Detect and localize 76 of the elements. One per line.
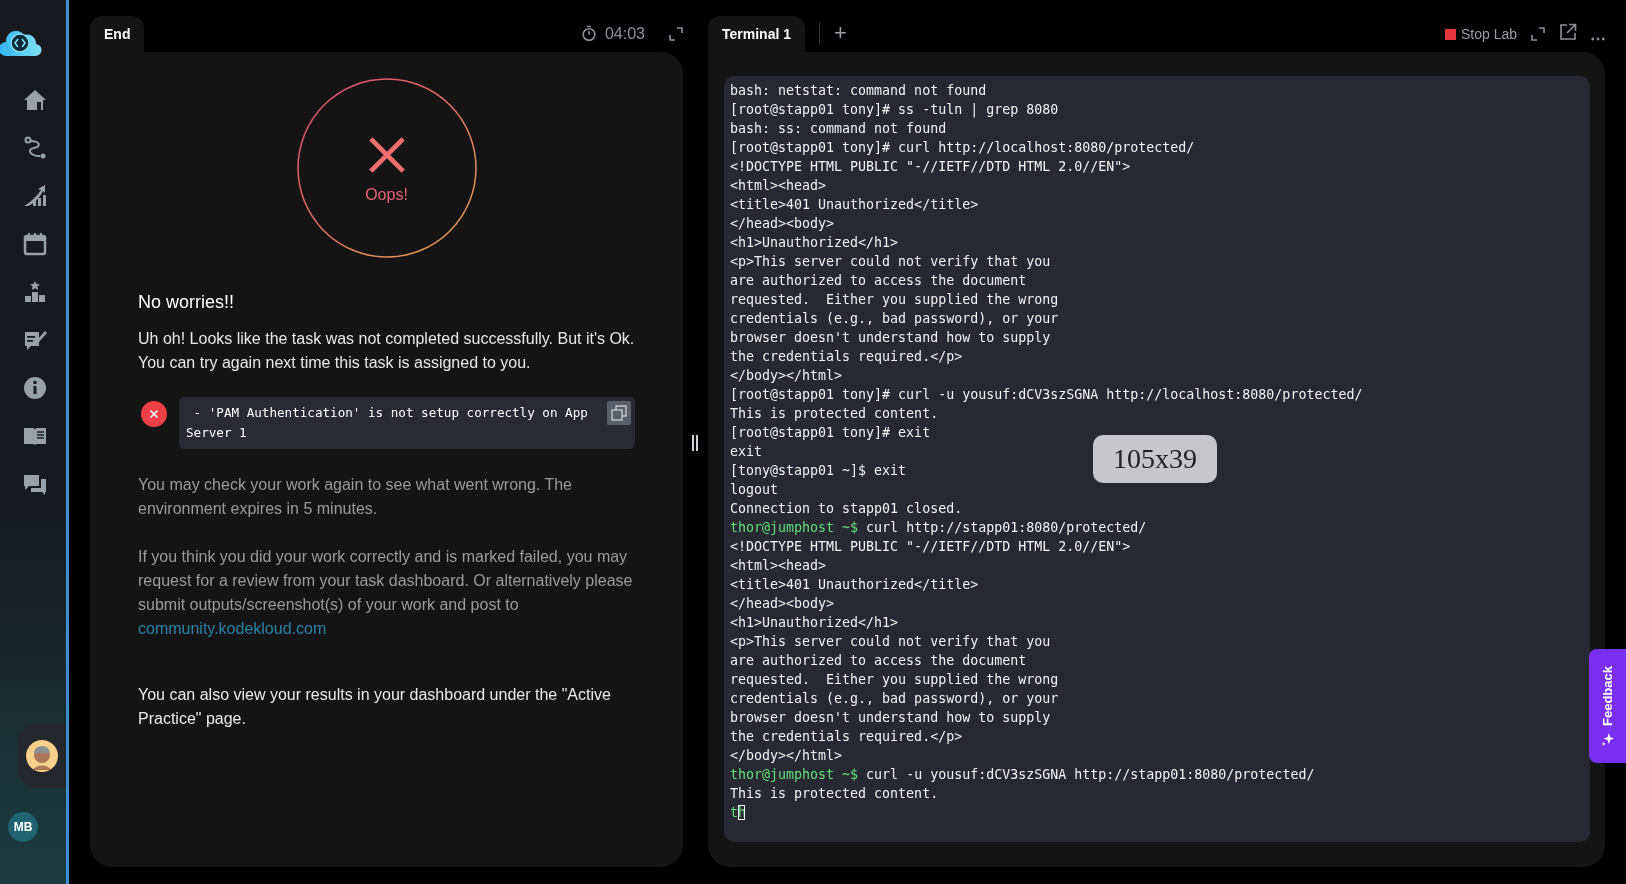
terminal-line: [root@stapp01 tony]# curl -u yousuf:dCV3szSGNA http://localhost:8080/protected/: [730, 387, 1363, 402]
calendar-icon[interactable]: [23, 232, 47, 256]
resize-handle-icon[interactable]: [692, 435, 698, 451]
expiry-note: You may check your work again to see what went wrong. The environment expires in 5 minutes.: [138, 475, 573, 519]
stop-icon: [1444, 28, 1456, 40]
dashboard-note: You can also view your results in your dashboard under the "Active Practice" page.: [138, 685, 612, 729]
terminal-line: the credentials required.</p>: [730, 729, 963, 744]
timer-text: 04:03: [604, 25, 645, 43]
result-heading: No worries!!: [138, 292, 236, 313]
terminal-line: Connection to stapp01 closed.: [730, 501, 963, 516]
terminal-line: requested. Either you supplied the wrong: [730, 672, 1059, 687]
terminal-line: requested. Either you supplied the wrong: [730, 292, 1059, 307]
stopwatch-icon: [580, 25, 597, 41]
info-icon[interactable]: [23, 376, 47, 400]
community-link[interactable]: community.kodekloud.com: [138, 620, 327, 637]
terminal-line: </head><body>: [730, 216, 835, 231]
copy-icon[interactable]: [607, 401, 631, 425]
chat-icon[interactable]: [23, 472, 47, 496]
terminal-line: </head><body>: [730, 596, 835, 611]
edit-note-icon[interactable]: [23, 328, 47, 352]
route-icon[interactable]: [23, 136, 47, 160]
expand-icon[interactable]: [669, 27, 683, 41]
terminal-line: <h1>Unauthorized</h1>: [730, 615, 899, 630]
sparkle-icon: [1600, 732, 1615, 746]
terminal-line: <title>401 Unauthorized</title>: [730, 577, 979, 592]
expand-icon[interactable]: [1531, 27, 1545, 41]
terminal-line: <h1>Unauthorized</h1>: [730, 235, 899, 250]
terminal-tab[interactable]: Terminal 1: [708, 16, 805, 52]
terminal-line: </body></html>: [730, 748, 843, 763]
terminal-size-tooltip: 105x39: [1093, 435, 1217, 483]
terminal-line: [root@stapp01 tony]# ss -tuln | grep 8080: [730, 102, 1059, 117]
fail-cross-icon: [367, 136, 406, 174]
error-icon: [141, 401, 167, 427]
terminal-line: logout: [730, 482, 779, 497]
user-initials-avatar[interactable]: MB: [8, 812, 38, 842]
panel-tab[interactable]: End: [90, 16, 145, 52]
terminal-line: <!DOCTYPE HTML PUBLIC "-//IETF//DTD HTML 2.0//EN">: [730, 539, 1131, 554]
terminal-line: exit: [730, 444, 763, 459]
terminal-line: browser doesn't understand how to supply: [730, 330, 1051, 345]
more-icon[interactable]: [1591, 37, 1605, 41]
result-message: Uh oh! Looks like the task was not completed successfully. But it's Ok. You can try again next time this task is assigned to you.: [138, 329, 635, 373]
terminal-line: are authorized to access the document: [730, 273, 1027, 288]
home-icon[interactable]: [23, 88, 47, 112]
terminal-line: thor@jumphost ~$ curl http://stapp01:8080/protected/: [730, 520, 1147, 535]
stop-lab-button[interactable]: Stop Lab: [1444, 26, 1517, 42]
error-message: - 'PAM Authentication' is not setup correctly on App Server 1: [186, 405, 589, 440]
terminal-line: [tony@stapp01 ~]$ exit: [730, 463, 907, 478]
result-label: Oops!: [365, 186, 408, 204]
terminal-line: thor@jumphost ~$ curl -u yousuf:dCV3szSGNA http://stapp01:8080/protected/: [730, 767, 1315, 782]
terminal-line: bash: netstat: command not found: [730, 83, 987, 98]
terminal-line: <html><head>: [730, 178, 827, 193]
terminal-line: [root@stapp01 tony]# curl http://localhost:8080/protected/: [730, 140, 1195, 155]
terminal-line: This is protected content.: [730, 406, 939, 421]
terminal-line: credentials (e.g., bad password), or your: [730, 691, 1059, 706]
feedback-button[interactable]: Feedback: [1589, 649, 1626, 763]
terminal-line: <p>This server could not verify that you: [730, 634, 1051, 649]
terminal-line: This is protected content.: [730, 786, 939, 801]
terminal-line: <!DOCTYPE HTML PUBLIC "-//IETF//DTD HTML 2.0//EN">: [730, 159, 1131, 174]
terminal-line: browser doesn't understand how to supply: [730, 710, 1051, 725]
terminal-line: <html><head>: [730, 558, 827, 573]
add-tab-button[interactable]: +: [834, 20, 847, 46]
cloud-logo-icon[interactable]: [0, 28, 42, 58]
terminal-line: the credentials required.</p>: [730, 349, 963, 364]
terminal-line: bash: ss: command not found: [730, 121, 947, 136]
terminal-line: are authorized to access the document: [730, 653, 1027, 668]
review-note: If you think you did your work correctly and is marked failed, you may request for a review from your task dashboard. Or alternatively please submit outputs/screenshot(s) of your work and post to community.kodekloud.com: [138, 547, 634, 639]
terminal-line: </body></html>: [730, 368, 843, 383]
terminal-line: <p>This server could not verify that you: [730, 254, 1051, 269]
terminal-line: <title>401 Unauthorized</title>: [730, 197, 979, 212]
terminal-line: credentials (e.g., bad password), or your: [730, 311, 1059, 326]
leaderboard-icon[interactable]: [23, 280, 47, 304]
terminal-line: [root@stapp01 tony]# exit: [730, 425, 931, 440]
external-link-icon[interactable]: [1559, 23, 1577, 41]
avatar-icon[interactable]: [26, 740, 58, 772]
growth-chart-icon[interactable]: [23, 184, 47, 208]
terminal-screen[interactable]: [724, 76, 1590, 842]
